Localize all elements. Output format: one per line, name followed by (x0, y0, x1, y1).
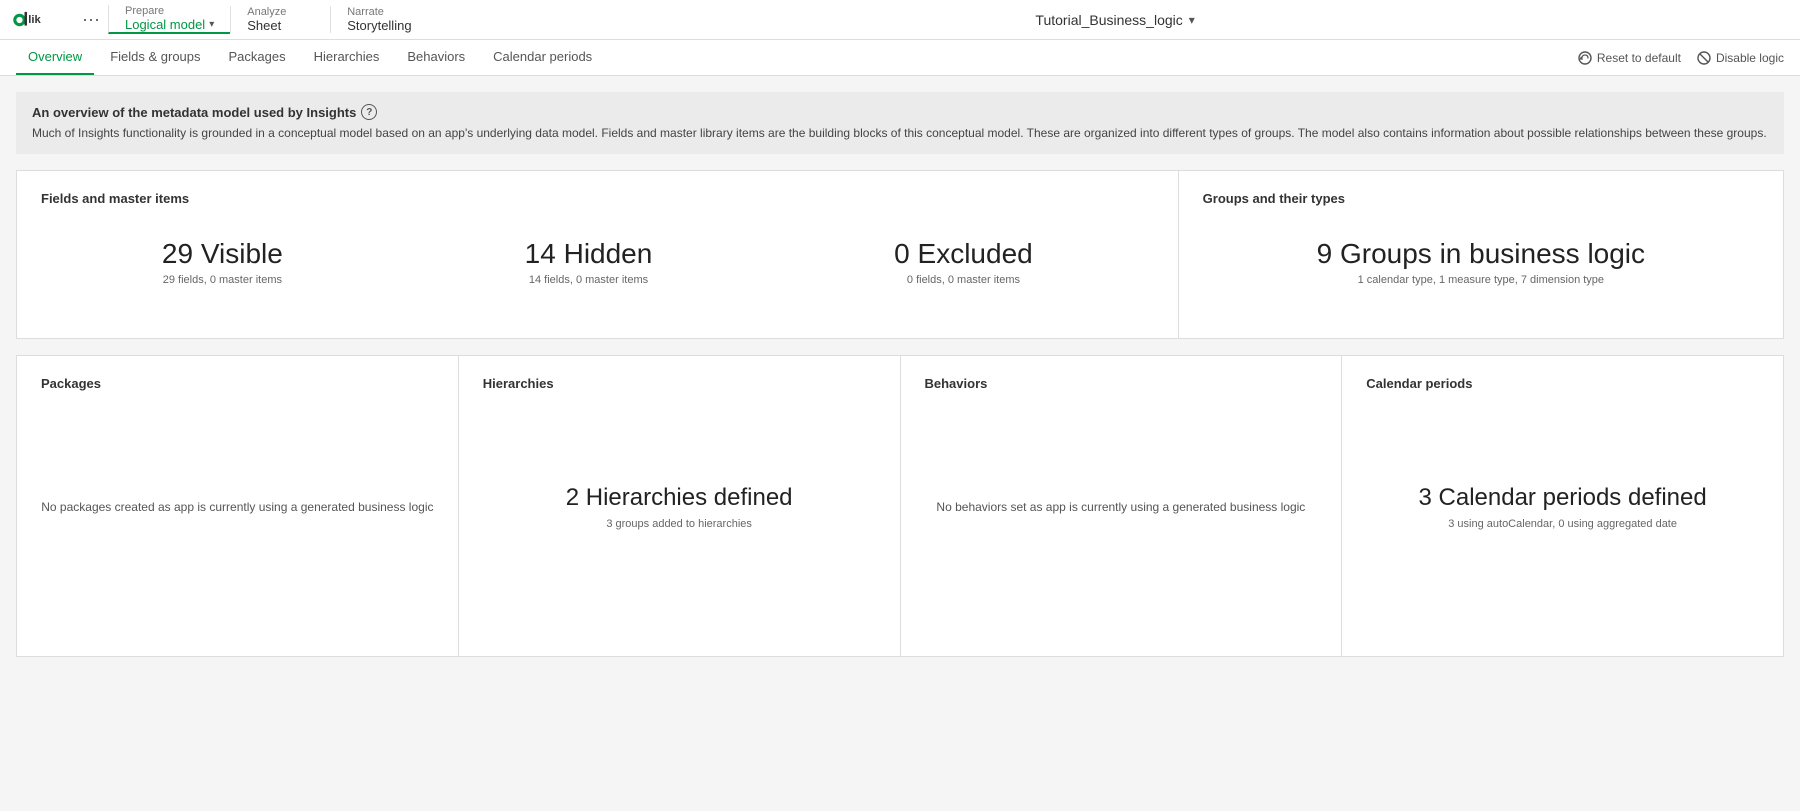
hierarchies-big-number: 2 Hierarchies defined (566, 484, 793, 512)
tab-overview[interactable]: Overview (16, 40, 94, 75)
info-banner: An overview of the metadata model used b… (16, 92, 1784, 154)
top-bar-left: lik ··· Prepare Logical model ▾ Analyze … (0, 0, 430, 39)
disable-logic-label: Disable logic (1716, 51, 1784, 65)
behaviors-card-note: No behaviors set as app is currently usi… (936, 498, 1305, 516)
packages-card: Packages No packages created as app is c… (17, 356, 458, 656)
groups-count: 9 Groups in business logic (1317, 238, 1645, 270)
more-options-button[interactable]: ··· (74, 9, 108, 30)
reset-to-default-button[interactable]: Reset to default (1578, 51, 1681, 65)
svg-text:lik: lik (28, 14, 41, 26)
fields-stats-items: 29 Visible 29 fields, 0 master items 14 … (41, 222, 1154, 318)
narrate-nav-section[interactable]: Narrate Storytelling (330, 6, 430, 33)
top-bar-center: Tutorial_Business_logic ▾ (430, 0, 1800, 39)
behaviors-card-body: No behaviors set as app is currently usi… (925, 407, 1318, 607)
hierarchies-card-body: 2 Hierarchies defined 3 groups added to … (483, 407, 876, 607)
reset-icon (1578, 51, 1592, 65)
secondary-nav: Overview Fields & groups Packages Hierar… (0, 40, 1800, 76)
hidden-stat: 14 Hidden 14 fields, 0 master items (525, 238, 653, 286)
prepare-dropdown-arrow[interactable]: ▾ (209, 19, 214, 30)
qlik-logo: lik (0, 9, 74, 31)
visible-sub: 29 fields, 0 master items (162, 274, 283, 286)
prepare-label: Prepare (125, 5, 214, 17)
narrate-label: Narrate (347, 6, 414, 18)
info-help-icon[interactable]: ? (361, 104, 377, 120)
visible-stat: 29 Visible 29 fields, 0 master items (162, 238, 283, 286)
packages-card-title: Packages (41, 376, 434, 391)
tab-fields-groups[interactable]: Fields & groups (98, 40, 212, 75)
cards-row: Packages No packages created as app is c… (16, 355, 1784, 657)
app-title-dropdown-icon[interactable]: ▾ (1189, 13, 1195, 27)
app-title[interactable]: Tutorial_Business_logic ▾ (1035, 12, 1194, 28)
groups-panel-title: Groups and their types (1203, 191, 1759, 206)
excluded-sub: 0 fields, 0 master items (894, 274, 1033, 286)
excluded-count: 0 Excluded (894, 238, 1033, 270)
hidden-count: 14 Hidden (525, 238, 653, 270)
excluded-stat: 0 Excluded 0 fields, 0 master items (894, 238, 1033, 286)
groups-stats-items: 9 Groups in business logic 1 calendar ty… (1203, 222, 1759, 318)
calendar-periods-card-title: Calendar periods (1366, 376, 1759, 391)
stats-row: Fields and master items 29 Visible 29 fi… (16, 170, 1784, 339)
main-content: An overview of the metadata model used b… (0, 76, 1800, 673)
prepare-nav-section[interactable]: Prepare Logical model ▾ (108, 5, 230, 34)
groups-sub: 1 calendar type, 1 measure type, 7 dimen… (1317, 274, 1645, 286)
narrate-value: Storytelling (347, 18, 414, 33)
visible-count: 29 Visible (162, 238, 283, 270)
reset-to-default-label: Reset to default (1597, 51, 1681, 65)
app-title-text: Tutorial_Business_logic (1035, 12, 1182, 28)
analyze-value: Sheet (247, 18, 314, 33)
behaviors-card-title: Behaviors (925, 376, 1318, 391)
tab-behaviors[interactable]: Behaviors (395, 40, 477, 75)
groups-stat: 9 Groups in business logic 1 calendar ty… (1317, 238, 1645, 286)
disable-logic-button[interactable]: Disable logic (1697, 51, 1784, 65)
behaviors-card: Behaviors No behaviors set as app is cur… (900, 356, 1342, 656)
tab-calendar-periods[interactable]: Calendar periods (481, 40, 604, 75)
secondary-nav-actions: Reset to default Disable logic (1578, 51, 1784, 65)
top-bar: lik ··· Prepare Logical model ▾ Analyze … (0, 0, 1800, 40)
packages-card-body: No packages created as app is currently … (41, 407, 434, 607)
hierarchies-card-title: Hierarchies (483, 376, 876, 391)
disable-icon (1697, 51, 1711, 65)
calendar-periods-big-number: 3 Calendar periods defined (1419, 484, 1707, 512)
packages-card-note: No packages created as app is currently … (41, 498, 433, 516)
groups-panel: Groups and their types 9 Groups in busin… (1178, 171, 1783, 338)
tab-hierarchies[interactable]: Hierarchies (302, 40, 392, 75)
hidden-sub: 14 fields, 0 master items (525, 274, 653, 286)
hierarchies-sub-label: 3 groups added to hierarchies (606, 518, 752, 530)
calendar-periods-card: Calendar periods 3 Calendar periods defi… (1341, 356, 1783, 656)
analyze-label: Analyze (247, 6, 314, 18)
tab-packages[interactable]: Packages (217, 40, 298, 75)
hierarchies-card: Hierarchies 2 Hierarchies defined 3 grou… (458, 356, 900, 656)
info-banner-title: An overview of the metadata model used b… (32, 104, 1768, 120)
analyze-nav-section[interactable]: Analyze Sheet (230, 6, 330, 33)
prepare-value: Logical model ▾ (125, 17, 214, 32)
fields-panel-title: Fields and master items (41, 191, 1154, 206)
calendar-periods-sub-label: 3 using autoCalendar, 0 using aggregated… (1448, 518, 1677, 530)
calendar-periods-card-body: 3 Calendar periods defined 3 using autoC… (1366, 407, 1759, 607)
info-banner-text: Much of Insights functionality is ground… (32, 124, 1768, 142)
fields-panel: Fields and master items 29 Visible 29 fi… (17, 171, 1178, 338)
